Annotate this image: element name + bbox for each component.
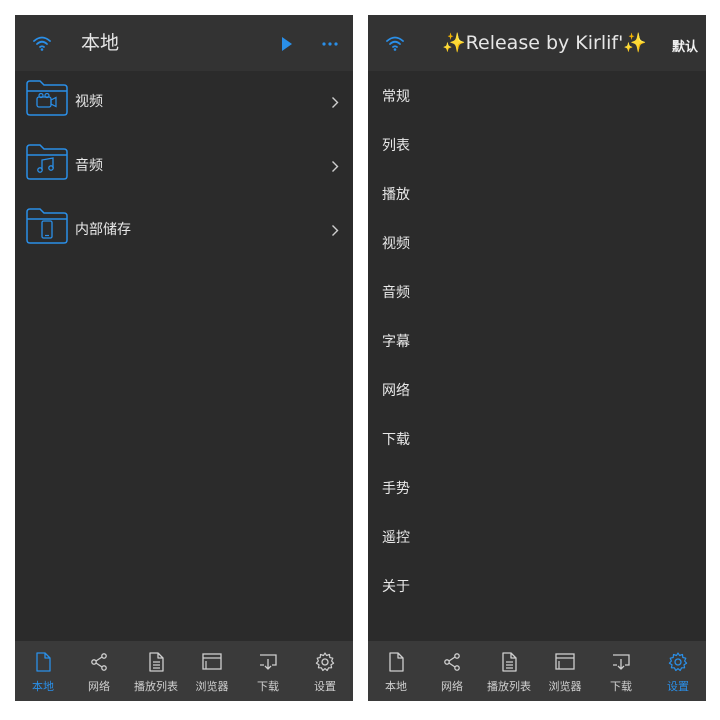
tab-playlist[interactable]: 播放列表	[128, 641, 184, 701]
download-icon	[613, 654, 630, 670]
settings-item-remote[interactable]: 遥控	[382, 528, 410, 548]
browser-icon	[202, 653, 222, 670]
video-folder-icon	[26, 80, 68, 116]
tab-browser[interactable]: 浏览器	[184, 641, 240, 701]
tab-local[interactable]: 本地	[15, 641, 71, 701]
list-item-storage[interactable]: 内部储存	[15, 199, 353, 263]
settings-item-list[interactable]: 列表	[382, 136, 410, 156]
settings-item-network[interactable]: 网络	[382, 381, 410, 401]
settings-item-about[interactable]: 关于	[382, 577, 410, 597]
chevron-right-icon	[332, 225, 339, 236]
gear-icon	[668, 652, 688, 672]
chevron-right-icon	[332, 161, 339, 172]
tab-label: 浏览器	[195, 680, 229, 693]
list-item-video[interactable]: 视频	[15, 71, 353, 135]
tab-label: 设置	[667, 680, 689, 693]
tab-label: 网络	[441, 680, 463, 693]
page-title: ✨Release by Kirlif'✨	[442, 32, 647, 54]
tab-label: 网络	[88, 680, 110, 693]
tab-label: 设置	[314, 680, 336, 693]
tab-label: 浏览器	[548, 680, 582, 693]
playlist-icon	[502, 652, 517, 672]
tab-settings[interactable]: 设置	[650, 641, 706, 701]
wifi-icon[interactable]	[385, 35, 405, 51]
tab-local[interactable]: 本地	[368, 641, 424, 701]
playlist-icon	[149, 652, 164, 672]
share-icon	[91, 653, 107, 671]
settings-item-audio[interactable]: 音频	[382, 283, 410, 303]
page-title: 本地	[81, 32, 120, 54]
tab-label: 播放列表	[487, 680, 531, 693]
tab-network[interactable]: 网络	[71, 641, 127, 701]
phone-folder-icon	[26, 208, 68, 244]
download-icon	[260, 654, 277, 670]
tab-download[interactable]: 下载	[240, 641, 296, 701]
settings-item-download[interactable]: 下载	[382, 430, 410, 450]
list-item-label: 内部储存	[75, 222, 131, 238]
tab-label: 播放列表	[134, 680, 178, 693]
list-item-label: 视频	[75, 94, 103, 110]
settings-item-subtitles[interactable]: 字幕	[382, 332, 410, 352]
tab-label: 本地	[32, 680, 54, 693]
settings-item-video[interactable]: 视频	[382, 234, 410, 254]
settings-item-general[interactable]: 常规	[382, 87, 410, 107]
tab-bar: 本地 网络 播放列表 浏览器 下载 设置	[15, 641, 353, 701]
tab-download[interactable]: 下载	[593, 641, 649, 701]
tab-label: 下载	[610, 680, 632, 693]
tab-label: 本地	[385, 680, 407, 693]
browser-icon	[555, 653, 575, 670]
wifi-icon[interactable]	[32, 35, 52, 51]
settings-item-playback[interactable]: 播放	[382, 185, 410, 205]
settings-screen: ✨Release by Kirlif'✨ 默认 常规 列表 播放 视频 音频 字…	[368, 15, 706, 701]
settings-item-gestures[interactable]: 手势	[382, 479, 410, 499]
default-button[interactable]: 默认	[672, 36, 698, 55]
play-icon[interactable]	[281, 36, 293, 52]
tab-playlist[interactable]: 播放列表	[481, 641, 537, 701]
file-icon	[389, 652, 404, 672]
header-bar: 本地	[15, 15, 353, 71]
tab-bar: 本地 网络 播放列表 浏览器 下载 设置	[368, 641, 706, 701]
chevron-right-icon	[332, 97, 339, 108]
share-icon	[444, 653, 460, 671]
music-folder-icon	[26, 144, 68, 180]
tab-browser[interactable]: 浏览器	[537, 641, 593, 701]
more-icon[interactable]	[321, 41, 339, 47]
list-item-audio[interactable]: 音频	[15, 135, 353, 199]
header-bar: ✨Release by Kirlif'✨ 默认	[368, 15, 706, 71]
gear-icon	[315, 652, 335, 672]
local-screen: 本地 视频 音频 内部储存 本地 网络 播放列表 浏览器 下载 设置	[15, 15, 353, 701]
list-item-label: 音频	[75, 158, 103, 174]
tab-label: 下载	[257, 680, 279, 693]
file-icon	[36, 652, 51, 672]
tab-settings[interactable]: 设置	[297, 641, 353, 701]
tab-network[interactable]: 网络	[424, 641, 480, 701]
